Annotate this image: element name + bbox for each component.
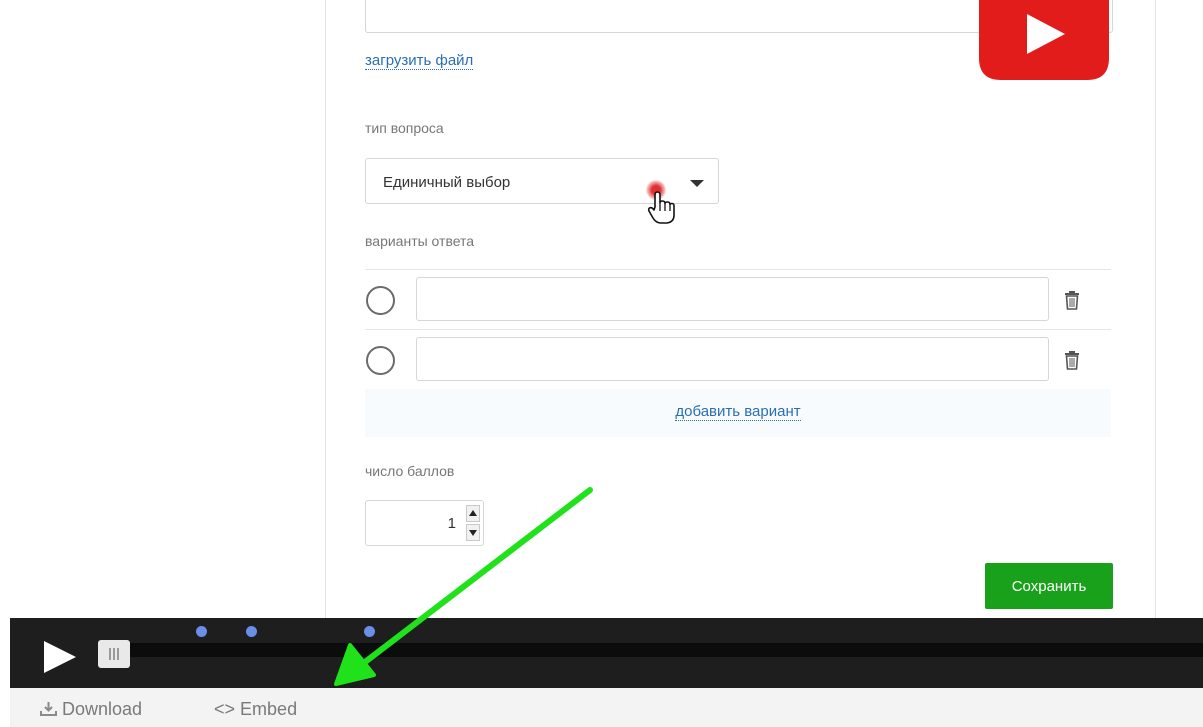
divider	[365, 329, 1111, 330]
divider	[365, 269, 1111, 270]
trash-icon[interactable]	[1063, 290, 1081, 310]
dropdown-caret-icon[interactable]	[690, 180, 704, 187]
player-footer: Download <> Embed	[10, 688, 1203, 727]
embed-link[interactable]: <> Embed	[214, 699, 297, 720]
download-icon	[40, 702, 57, 716]
trash-icon[interactable]	[1063, 350, 1081, 370]
add-option-bar: добавить вариант	[365, 389, 1111, 437]
answer-radio[interactable]	[366, 286, 395, 315]
play-icon[interactable]	[40, 637, 80, 677]
progress-handle[interactable]	[98, 640, 130, 668]
answer-options-label: варианты ответа	[365, 233, 475, 249]
chapter-marker[interactable]	[196, 626, 207, 637]
score-stepper[interactable]: 1	[365, 500, 484, 546]
upload-file-link[interactable]: загрузить файл	[365, 52, 474, 70]
score-label: число баллов	[365, 463, 455, 479]
answer-radio[interactable]	[366, 346, 395, 375]
embed-icon: <>	[214, 699, 236, 719]
progress-track[interactable]	[122, 643, 1203, 657]
chapter-marker[interactable]	[246, 626, 257, 637]
hand-pointer-icon	[647, 191, 675, 224]
chapter-marker[interactable]	[364, 626, 375, 637]
question-type-label: тип вопроса	[365, 120, 444, 136]
stepper-down-icon[interactable]	[466, 524, 480, 541]
answer-input[interactable]	[416, 277, 1049, 321]
add-option-link[interactable]: добавить вариант	[675, 403, 801, 421]
stepper-up-icon[interactable]	[466, 505, 480, 522]
save-button[interactable]: Сохранить	[985, 563, 1113, 609]
answer-input[interactable]	[416, 337, 1049, 381]
youtube-logo-icon[interactable]	[979, 0, 1109, 80]
score-value: 1	[447, 515, 456, 532]
embed-label: Embed	[240, 699, 298, 719]
download-label: Download	[62, 699, 143, 719]
download-link[interactable]: Download	[40, 699, 142, 720]
question-type-value: Единичный выбор	[383, 174, 511, 191]
